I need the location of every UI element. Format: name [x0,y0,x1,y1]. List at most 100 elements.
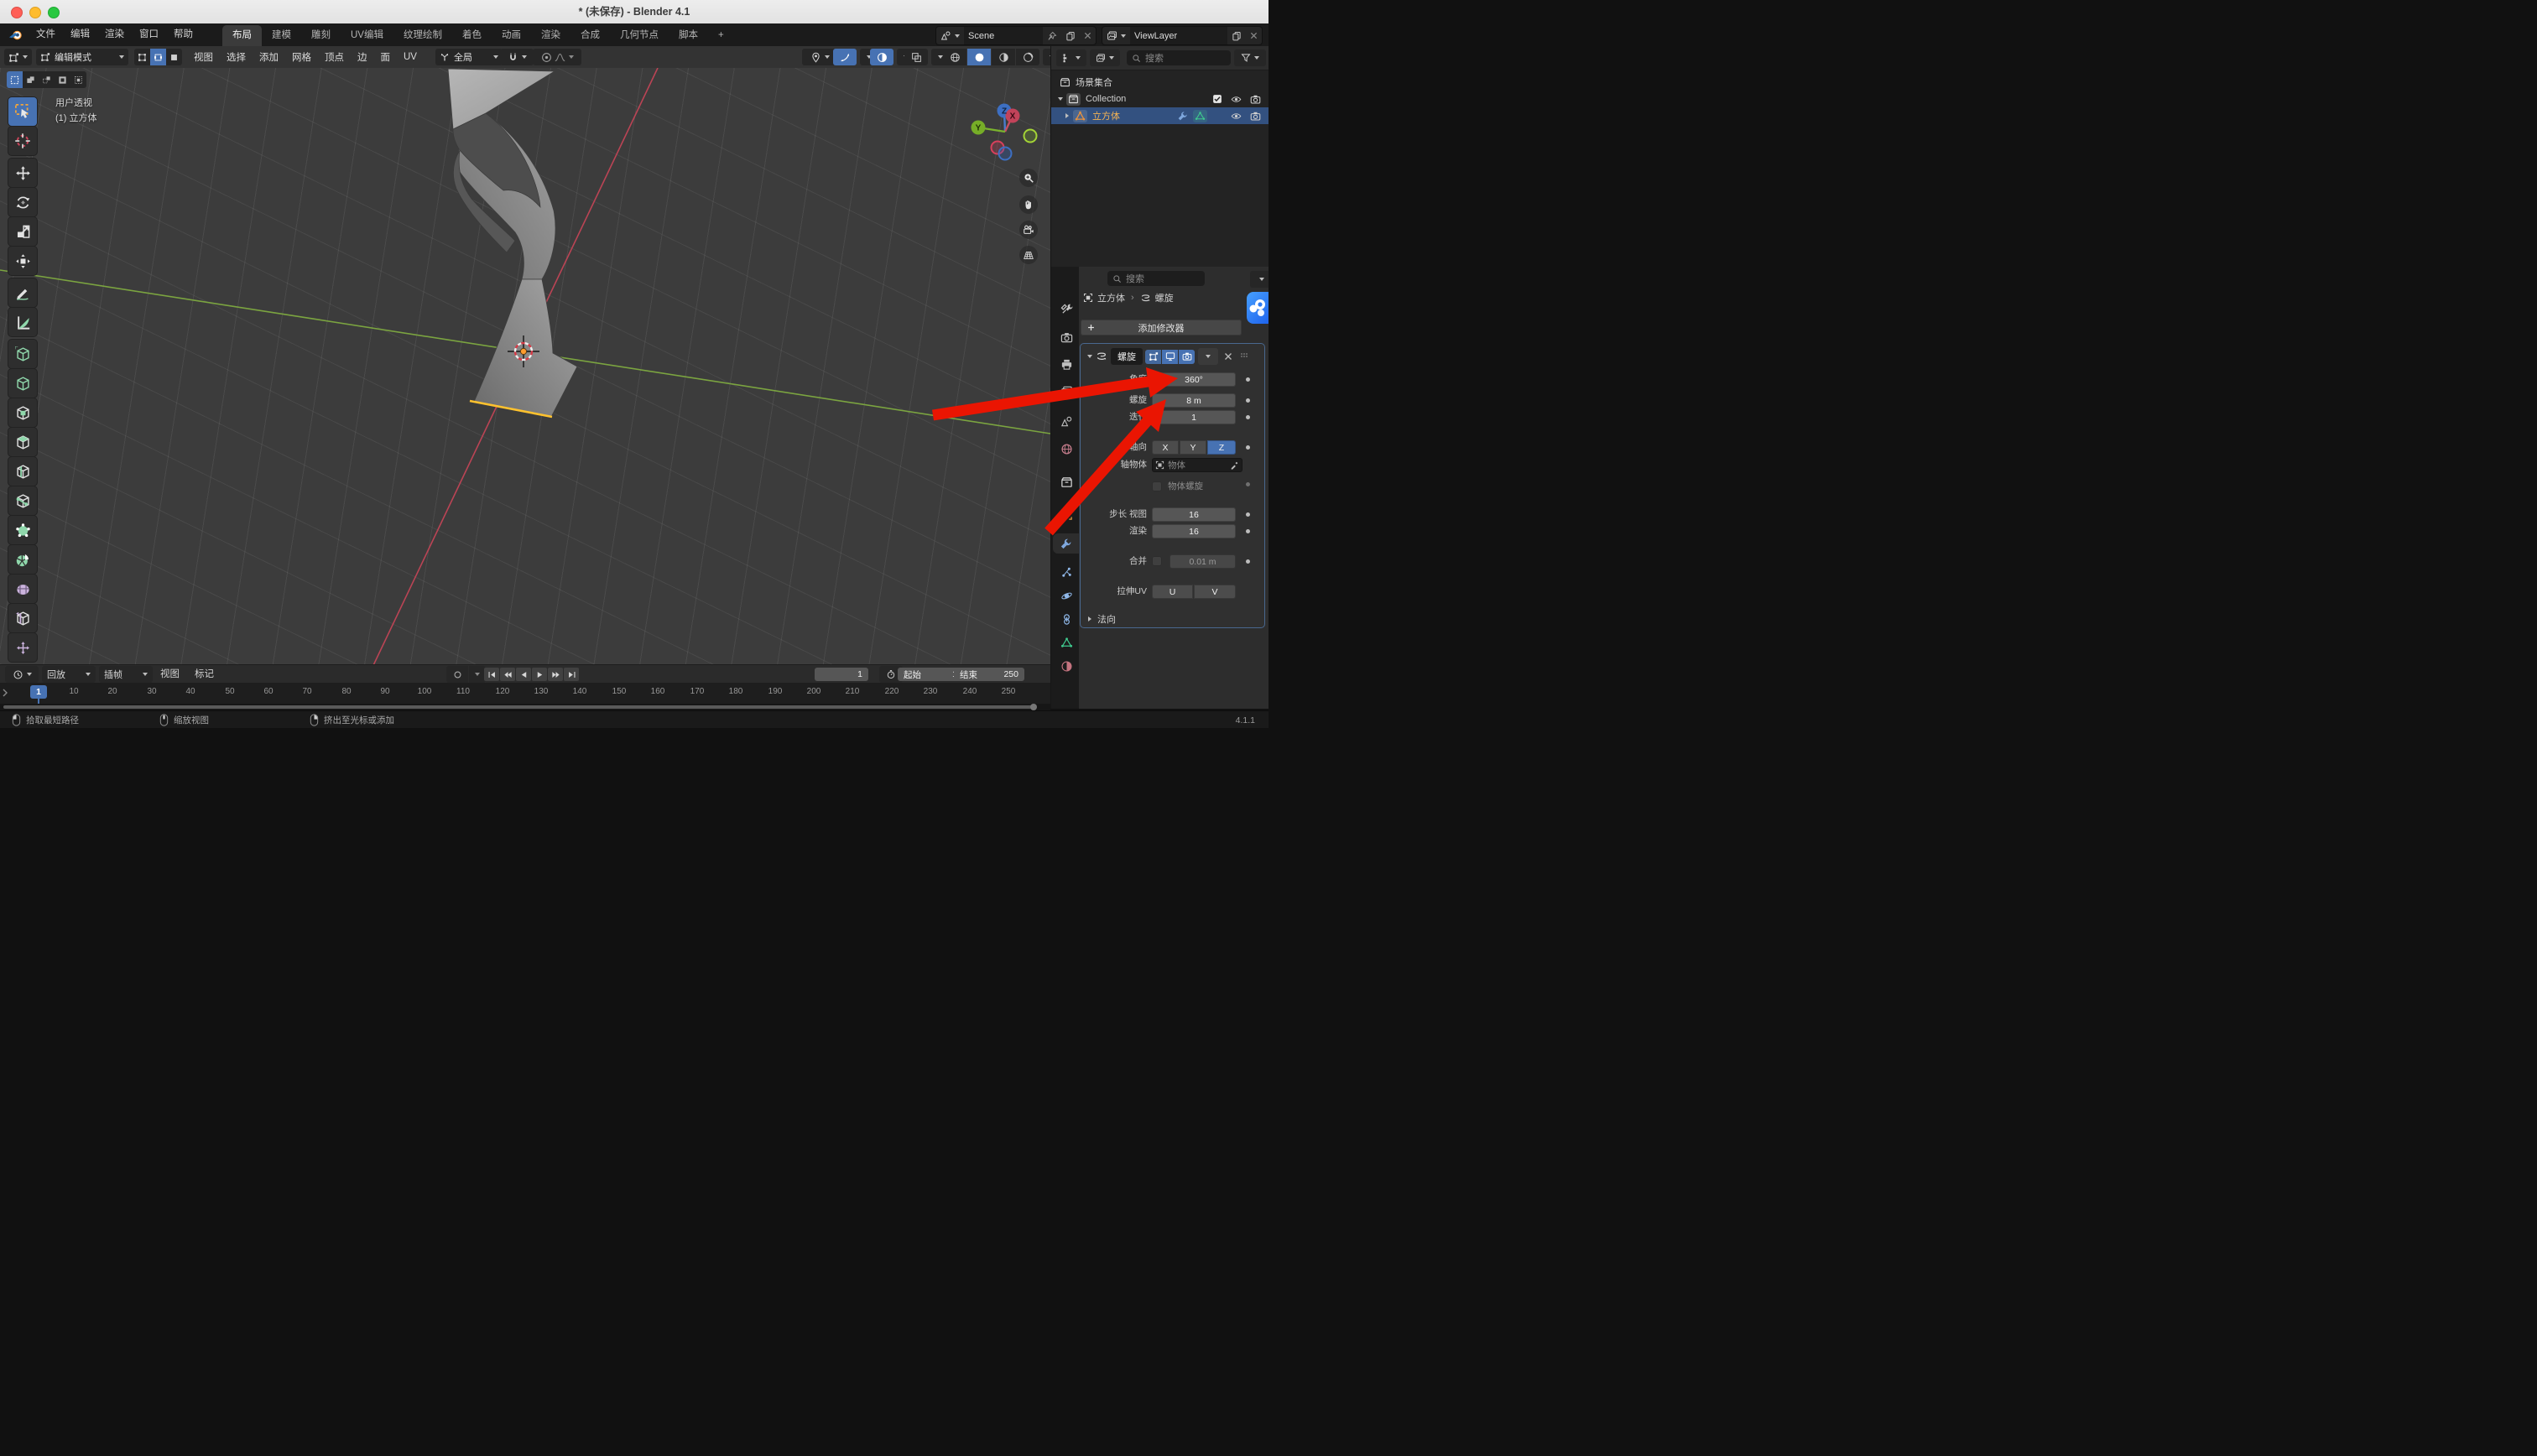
tool-cursor[interactable] [8,127,37,155]
modifier-close-icon[interactable] [1224,352,1232,361]
screw-animate-dot[interactable] [1246,398,1250,403]
tool-scale[interactable] [8,217,37,246]
tool-shrink-fatten[interactable] [8,633,37,662]
tool-transform[interactable] [8,247,37,275]
show-gizmo-dropdown[interactable] [802,49,837,65]
scene-browse-icon[interactable] [936,27,964,44]
normals-section-header[interactable]: 法向 [1087,612,1116,626]
timeline-editor-type-button[interactable] [5,666,39,683]
merge-checkbox[interactable] [1152,556,1162,566]
modifier-name-field[interactable]: 螺旋 [1111,348,1143,365]
jump-to-end-button[interactable] [564,668,579,681]
jump-to-start-button[interactable] [484,668,499,681]
angle-field[interactable]: 360° [1152,372,1236,387]
tab-material[interactable] [1055,656,1079,676]
menu-file[interactable]: 文件 [29,23,63,46]
transform-orientation-dropdown[interactable]: 全局 [435,49,503,65]
tool-measure[interactable] [8,308,37,336]
tool-rotate[interactable] [8,188,37,216]
select-subtract-button[interactable] [39,71,55,88]
timeline-marker-menu[interactable]: 标记 [187,665,221,684]
outliner-search-input[interactable]: 搜索 [1127,50,1231,65]
tool-bevel[interactable] [8,428,37,456]
snap-toggle-button[interactable] [500,49,534,65]
modifier-drag-handle[interactable] [1239,351,1249,361]
tool-inset-faces[interactable] [8,398,37,427]
modifier-realtime-toggle[interactable] [1162,350,1178,364]
viewport-menu-face[interactable]: 面 [374,50,398,64]
timeline-scrollbar[interactable] [3,705,1035,709]
proportional-editing-button[interactable] [533,49,581,65]
scene-name[interactable]: Scene [964,27,1043,44]
current-frame-indicator[interactable]: 1 [30,685,47,699]
select-intersect-button[interactable] [70,71,86,88]
gizmo-y-neg-axis[interactable] [1024,130,1037,143]
object-hide-icon[interactable] [1231,111,1242,122]
tab-collection[interactable] [1055,472,1079,492]
collection-checkbox-icon[interactable] [1212,94,1222,104]
tool-edge-slide[interactable] [8,604,37,632]
zoom-window-button[interactable] [48,7,60,18]
scene-selector[interactable]: Scene [935,26,1097,45]
edge-select-mode-button[interactable] [150,49,166,65]
shading-material-button[interactable] [992,49,1015,65]
jump-prev-keyframe-button[interactable] [500,668,515,681]
workspace-tab-animation[interactable]: 动画 [492,25,531,46]
timeline-scrollbar-handle[interactable] [1030,704,1037,710]
blender-logo-icon[interactable] [8,28,23,43]
stretch-u-button[interactable]: U [1152,585,1193,599]
axis-animate-dot[interactable] [1246,445,1250,450]
close-window-button[interactable] [11,7,23,18]
shading-rendered-button[interactable] [1016,49,1039,65]
workspace-tab-sculpt[interactable]: 雕刻 [301,25,341,46]
axis-x-button[interactable]: X [1152,440,1179,455]
axis-z-button[interactable]: Z [1207,440,1236,455]
outliner-row-collection[interactable]: Collection [1051,91,1268,107]
viewport-menu-select[interactable]: 选择 [220,50,253,64]
shading-solid-button[interactable] [967,49,991,65]
tool-smooth[interactable] [8,575,37,603]
tab-render[interactable] [1055,327,1079,347]
viewlayer-remove-icon[interactable] [1246,27,1262,44]
scene-pin-icon[interactable] [1043,27,1061,44]
workspace-tab-layout[interactable]: 布局 [222,25,262,46]
tool-add-cube[interactable] [8,340,37,368]
gizmo-z-neg-axis[interactable] [999,148,1012,160]
mesh-data-icon[interactable] [1193,110,1207,122]
tool-knife[interactable] [8,486,37,515]
tab-tool[interactable] [1055,299,1079,319]
object-screw-checkbox[interactable] [1152,481,1162,491]
jump-next-keyframe-button[interactable] [548,668,563,681]
add-modifier-button[interactable]: 添加修改器 [1081,320,1242,335]
scene-new-icon[interactable] [1061,27,1080,44]
auto-keying-button[interactable] [446,666,486,683]
workspace-tab-modeling[interactable]: 建模 [262,25,301,46]
overlay-app-icon[interactable] [1247,292,1268,324]
screw-field[interactable]: 8 m [1152,393,1236,408]
menu-window[interactable]: 窗口 [132,23,166,46]
tool-poly-build[interactable] [8,516,37,544]
object-render-icon[interactable] [1250,111,1261,122]
outliner-filter-dropdown[interactable] [1234,49,1266,66]
select-new-button[interactable] [7,71,23,88]
viewport-menu-edge[interactable]: 边 [351,50,374,64]
frame-end-field[interactable]: 结束250 [954,668,1024,681]
axis-object-field[interactable]: 物体 [1152,458,1242,472]
scene-unlink-icon[interactable] [1080,27,1096,44]
outliner-row-scene-collection[interactable]: 场景集合 [1051,74,1268,91]
workspace-tab-compositing[interactable]: 合成 [570,25,610,46]
properties-options-dropdown[interactable] [1250,271,1268,288]
viewlayer-name[interactable]: ViewLayer [1130,27,1227,44]
minimize-window-button[interactable] [29,7,41,18]
steps-viewport-animate-dot[interactable] [1246,512,1250,517]
modifier-extras-dropdown[interactable] [1198,348,1218,365]
modifier-badge-icon[interactable] [1177,111,1188,122]
vertex-select-mode-button[interactable] [134,49,150,65]
modifier-render-toggle[interactable] [1179,350,1195,364]
play-reverse-button[interactable] [516,668,531,681]
eyedropper-icon[interactable] [1230,460,1239,470]
viewport-ortho-button[interactable] [1019,246,1038,264]
ruler-expand-icon[interactable] [2,689,8,697]
select-extend-button[interactable] [23,71,39,88]
viewport-camera-button[interactable] [1019,221,1038,239]
